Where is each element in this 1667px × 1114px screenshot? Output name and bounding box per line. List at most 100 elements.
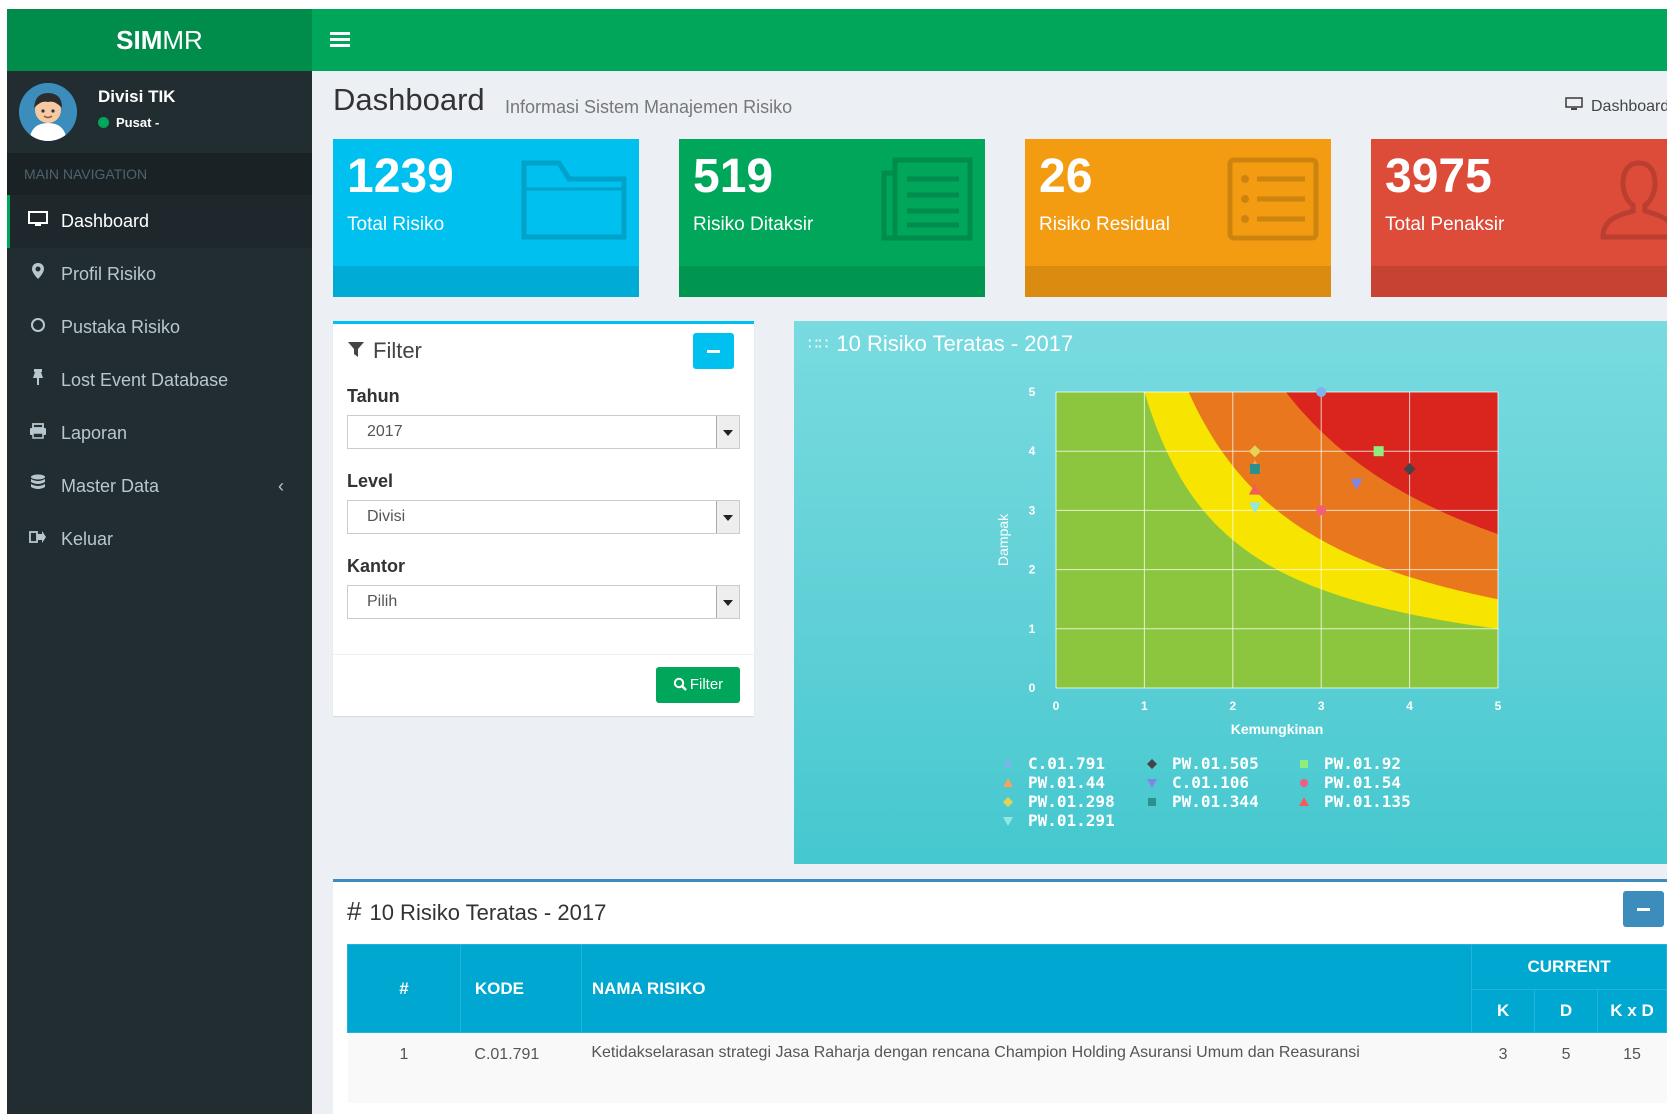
level-select[interactable]: Divisi [347,500,740,534]
y-tick-label: 4 [1029,444,1036,458]
filter-icon [347,338,365,364]
y-axis-label: Dampak [995,513,1011,566]
stat-label: Risiko Residual [1039,214,1170,235]
folder-icon [521,157,627,246]
filter-button-label: Filter [689,676,724,693]
breadcrumb[interactable]: Dashboard [1565,97,1667,116]
data-point [1249,463,1260,474]
tahun-label: Tahun [347,386,400,406]
filter-button[interactable]: Filter [656,667,740,703]
risk-table: # KODE NAMA RISIKO CURRENT K D K x D 1 C… [347,944,1667,1103]
stat-box-risiko-residual[interactable]: 26 Risiko Residual [1025,139,1331,297]
x-tick-label: 2 [1229,699,1236,713]
user-name: Divisi TIK [98,87,176,106]
legend-label: PW.01.344 [1172,792,1259,811]
stat-value: 519 [693,150,774,203]
sidebar-item-master-data[interactable]: Master Data ‹ [7,460,312,513]
pin-icon [27,355,49,408]
sidebar: Divisi TIK Pusat - MAIN NAVIGATION Dashb… [7,71,312,1114]
stat-box-footer[interactable] [333,266,639,297]
list-icon [1227,157,1319,246]
x-tick-label: 1 [1141,699,1148,713]
stat-value: 1239 [347,150,454,203]
cell-k: 3 [1498,1046,1508,1063]
column-header-nama-risiko: NAMA RISIKO [580,944,1473,1033]
sidebar-item-dashboard[interactable]: Dashboard [7,195,312,248]
app-frame: SIMMR Divisi TIK Pusat - MAIN NAVIGATION [7,9,1667,1114]
stat-value: 3975 [1385,150,1492,203]
sidebar-item-label: Profil Risiko [61,264,157,284]
cell-kxd: 15 [1623,1046,1641,1063]
legend-symbol [1003,778,1013,787]
chevron-left-icon: ‹ [278,476,284,496]
column-header-current: CURRENT [1471,944,1667,990]
legend-symbol [1147,759,1157,769]
divider [333,654,754,655]
sidebar-item-label: Laporan [61,423,128,443]
data-point [1373,446,1384,457]
sidebar-item-label: Master Data [61,476,160,496]
filter-title: Filter [347,338,422,364]
chevron-down-icon [716,416,739,448]
legend-label: PW.01.291 [1028,811,1115,830]
legend-label: PW.01.298 [1028,792,1115,811]
legend-label: C.01.791 [1028,754,1105,773]
top-risk-table-panel: #10 Risiko Teratas - 2017 # KODE NAMA RI… [333,879,1667,1114]
kantor-select[interactable]: Pilih [347,585,740,619]
stat-box-footer[interactable] [1025,266,1331,297]
stat-box-total-penaksir[interactable]: 3975 Total Penaksir [1371,139,1667,297]
stat-box-footer[interactable] [679,266,985,297]
stat-label: Total Risiko [347,214,445,235]
sidebar-item-profil-risiko[interactable]: Profil Risiko [7,248,312,301]
x-tick-label: 0 [1053,699,1060,713]
page-title: Dashboard [333,82,485,117]
app-logo[interactable]: SIMMR [7,9,312,71]
sidebar-item-label: Lost Event Database [61,370,229,390]
online-status-icon [98,117,109,128]
legend-symbol [1300,779,1308,787]
table-title: #10 Risiko Teratas - 2017 [347,896,606,927]
sidebar-item-keluar[interactable]: Keluar [7,513,312,566]
collapse-button[interactable] [1623,891,1664,927]
kantor-label: Kantor [347,556,405,576]
kantor-select-value: Pilih [367,593,398,610]
column-header-d: D [1534,989,1599,1033]
sidebar-item-pustaka-risiko[interactable]: Pustaka Risiko [7,301,312,354]
collapse-button[interactable] [693,333,734,369]
stat-box-risiko-ditaksir[interactable]: 519 Risiko Ditaksir [679,139,985,297]
stat-label: Total Penaksir [1385,214,1505,235]
y-tick-label: 2 [1029,563,1036,577]
monitor-icon [1565,97,1583,116]
grid-icon: ∷∷ [808,336,829,353]
legend-label: PW.01.54 [1324,773,1401,792]
legend-symbol [1003,817,1013,826]
column-header-k: K [1471,989,1536,1033]
table-row[interactable]: 1 C.01.791 Ketidakselarasan strategi Jas… [347,1032,1667,1103]
column-header-kxd: K x D [1597,989,1667,1033]
legend-symbol [1300,760,1308,768]
sidebar-item-laporan[interactable]: Laporan [7,407,312,460]
y-tick-label: 5 [1029,385,1036,399]
legend-symbol [1299,797,1309,806]
legend-symbol [1147,779,1157,788]
legend-symbol [1004,760,1012,768]
cell-kode: C.01.791 [474,1046,540,1063]
data-point [1316,505,1327,516]
x-tick-label: 5 [1495,699,1502,713]
y-tick-label: 1 [1029,622,1036,636]
sidebar-toggle-icon[interactable] [330,29,350,49]
map-marker-icon [27,249,49,302]
top-navbar: SIMMR [7,9,1667,71]
logo-bold-text: SIM [116,25,163,55]
stat-box-footer[interactable] [1371,266,1667,297]
page-subtitle: Informasi Sistem Manajemen Risiko [505,97,793,117]
sign-out-icon [27,514,49,567]
sidebar-item-lost-event-database[interactable]: Lost Event Database [7,354,312,407]
tahun-select[interactable]: 2017 [347,415,740,449]
legend-symbol [1148,798,1156,806]
search-icon [673,676,690,693]
legend-label: PW.01.135 [1324,792,1411,811]
stat-box-total-risiko[interactable]: 1239 Total Risiko [333,139,639,297]
risk-chart-panel: 0 1 2 3 4 5 0 1 2 3 4 5 Kemungkinan Dampak C.01.791 PW.… [794,321,1667,864]
y-tick-label: 0 [1029,681,1036,695]
